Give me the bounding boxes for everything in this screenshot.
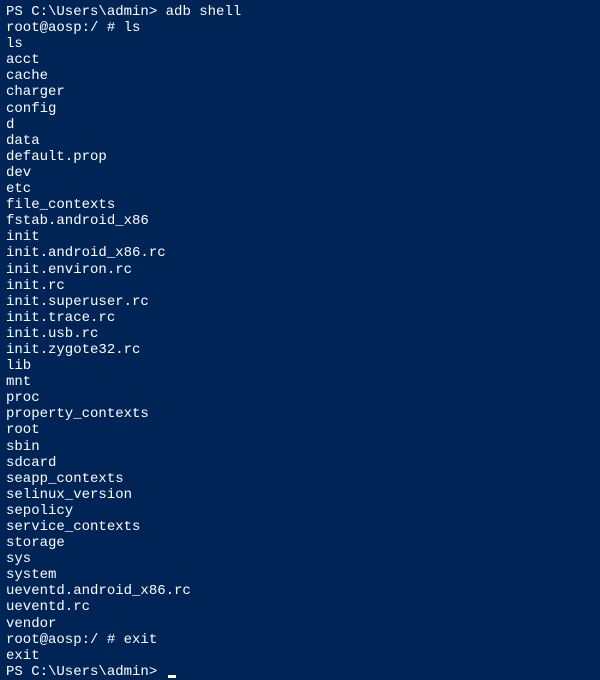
terminal-line: root xyxy=(6,422,594,438)
terminal-line: ls xyxy=(6,36,594,52)
output-text: data xyxy=(6,133,40,149)
output-text: exit xyxy=(6,648,40,664)
terminal-line: etc xyxy=(6,181,594,197)
terminal-line: init.zygote32.rc xyxy=(6,342,594,358)
output-text: ueventd.rc xyxy=(6,599,90,615)
output-text: mnt xyxy=(6,374,31,390)
prompt-text: PS C:\Users\admin> xyxy=(6,664,157,680)
terminal-line: lib xyxy=(6,358,594,374)
terminal-line: default.prop xyxy=(6,149,594,165)
terminal-line: storage xyxy=(6,535,594,551)
terminal-line: PS C:\Users\admin> xyxy=(6,664,594,680)
terminal-line: mnt xyxy=(6,374,594,390)
output-text: init xyxy=(6,229,40,245)
command-text: adb shell xyxy=(157,4,241,20)
output-text: system xyxy=(6,567,56,583)
output-text: default.prop xyxy=(6,149,107,165)
terminal-line: exit xyxy=(6,648,594,664)
terminal-line: root@aosp:/ # exit xyxy=(6,632,594,648)
output-text: selinux_version xyxy=(6,487,132,503)
output-text: init.usb.rc xyxy=(6,326,98,342)
output-text: acct xyxy=(6,52,40,68)
output-text: root xyxy=(6,422,40,438)
terminal-line: init xyxy=(6,229,594,245)
terminal-output[interactable]: PS C:\Users\admin> adb shellroot@aosp:/ … xyxy=(6,4,594,680)
terminal-line: system xyxy=(6,567,594,583)
terminal-line: sepolicy xyxy=(6,503,594,519)
output-text: init.trace.rc xyxy=(6,310,115,326)
terminal-line: file_contexts xyxy=(6,197,594,213)
terminal-line: ueventd.android_x86.rc xyxy=(6,583,594,599)
terminal-line: seapp_contexts xyxy=(6,471,594,487)
terminal-line: property_contexts xyxy=(6,406,594,422)
terminal-line: vendor xyxy=(6,616,594,632)
output-text: proc xyxy=(6,390,40,406)
output-text: vendor xyxy=(6,616,56,632)
terminal-line: init.android_x86.rc xyxy=(6,245,594,261)
output-text: etc xyxy=(6,181,31,197)
terminal-line: init.environ.rc xyxy=(6,262,594,278)
prompt-text: PS C:\Users\admin> xyxy=(6,4,157,20)
terminal-line: config xyxy=(6,101,594,117)
terminal-line: PS C:\Users\admin> adb shell xyxy=(6,4,594,20)
terminal-line: d xyxy=(6,117,594,133)
output-text: cache xyxy=(6,68,48,84)
terminal-line: data xyxy=(6,133,594,149)
output-text: ls xyxy=(6,36,23,52)
terminal-line: sbin xyxy=(6,439,594,455)
cursor-icon xyxy=(168,675,176,678)
output-text: config xyxy=(6,101,56,117)
output-text: init.android_x86.rc xyxy=(6,245,166,261)
terminal-line: init.superuser.rc xyxy=(6,294,594,310)
prompt-text: root@aosp:/ # xyxy=(6,632,115,648)
output-text: file_contexts xyxy=(6,197,115,213)
output-text: init.rc xyxy=(6,278,65,294)
terminal-line: init.rc xyxy=(6,278,594,294)
output-text: init.environ.rc xyxy=(6,262,132,278)
output-text: dev xyxy=(6,165,31,181)
output-text: sys xyxy=(6,551,31,567)
terminal-line: proc xyxy=(6,390,594,406)
output-text: seapp_contexts xyxy=(6,471,124,487)
terminal-line: dev xyxy=(6,165,594,181)
output-text: sepolicy xyxy=(6,503,73,519)
output-text: init.zygote32.rc xyxy=(6,342,140,358)
output-text: init.superuser.rc xyxy=(6,294,149,310)
terminal-line: service_contexts xyxy=(6,519,594,535)
terminal-line: root@aosp:/ # ls xyxy=(6,20,594,36)
terminal-line: sys xyxy=(6,551,594,567)
command-text: exit xyxy=(115,632,157,648)
terminal-line: init.usb.rc xyxy=(6,326,594,342)
terminal-line: acct xyxy=(6,52,594,68)
terminal-line: selinux_version xyxy=(6,487,594,503)
output-text: service_contexts xyxy=(6,519,140,535)
terminal-line: init.trace.rc xyxy=(6,310,594,326)
output-text: storage xyxy=(6,535,65,551)
output-text: fstab.android_x86 xyxy=(6,213,149,229)
output-text: sbin xyxy=(6,439,40,455)
command-text xyxy=(157,664,165,680)
prompt-text: root@aosp:/ # xyxy=(6,20,115,36)
terminal-line: fstab.android_x86 xyxy=(6,213,594,229)
output-text: sdcard xyxy=(6,455,56,471)
command-text: ls xyxy=(115,20,140,36)
output-text: ueventd.android_x86.rc xyxy=(6,583,191,599)
output-text: lib xyxy=(6,358,31,374)
output-text: charger xyxy=(6,84,65,100)
terminal-line: ueventd.rc xyxy=(6,599,594,615)
terminal-line: sdcard xyxy=(6,455,594,471)
terminal-line: charger xyxy=(6,84,594,100)
output-text: property_contexts xyxy=(6,406,149,422)
terminal-line: cache xyxy=(6,68,594,84)
output-text: d xyxy=(6,117,14,133)
